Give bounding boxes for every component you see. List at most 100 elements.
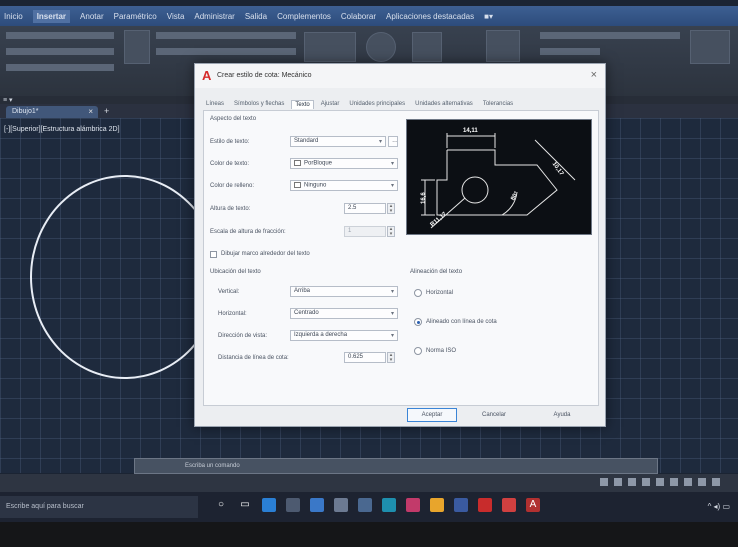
app-icon[interactable] [454, 498, 468, 512]
ribbon-tab-1[interactable]: Insertar [32, 9, 71, 23]
command-input[interactable]: Escriba un comando [185, 463, 240, 469]
text-style-select[interactable]: Standard ▾ [290, 136, 386, 147]
autocad-taskbar-icon[interactable] [478, 498, 492, 512]
ribbon-tab-6[interactable]: Salida [245, 12, 267, 21]
group-icon[interactable] [366, 32, 396, 62]
cortana-icon[interactable]: ○ [214, 498, 228, 512]
ortho-icon[interactable] [614, 478, 622, 486]
customize-icon[interactable] [712, 478, 720, 486]
ribbon-tab-10[interactable]: ■▾ [484, 12, 493, 21]
clipboard-icon[interactable] [486, 30, 520, 62]
horizontal-value: Centrado [294, 310, 319, 316]
vertical-select[interactable]: Arriba ▾ [290, 286, 398, 297]
file-tab-label: Dibujo1* [12, 108, 39, 115]
ribbon-tab-9[interactable]: Aplicaciones destacadas [386, 12, 474, 21]
fraction-height-input[interactable]: 1 [344, 226, 386, 237]
view-direction-select[interactable]: Izquierda a derecha ▾ [290, 330, 398, 341]
horizontal-select[interactable]: Centrado ▾ [290, 308, 398, 319]
ribbon-tab-3[interactable]: Paramétrico [114, 12, 157, 21]
new-tab-icon[interactable]: + [104, 106, 109, 116]
status-bar [0, 474, 738, 492]
tab-symbols-arrows[interactable]: Símbolos y flechas [231, 100, 287, 109]
preview-drawing: 14,11 16,6 10,17 R11,17 80° [421, 128, 576, 229]
units-icon[interactable] [684, 478, 692, 486]
ribbon-control[interactable] [6, 64, 114, 71]
tab-primary-units[interactable]: Unidades principales [346, 100, 408, 109]
workspace-icon[interactable] [670, 478, 678, 486]
align-iso-radio[interactable] [414, 347, 422, 355]
tab-fit[interactable]: Ajustar [318, 100, 343, 109]
ribbon-control[interactable] [6, 32, 114, 39]
section-heading-alignment: Alineación del texto [410, 269, 463, 275]
file-explorer-icon[interactable] [286, 498, 300, 512]
dialog-tabs: Líneas Símbolos y flechas Texto Ajustar … [203, 100, 516, 109]
ribbon-control[interactable] [6, 48, 114, 55]
text-style-browse-button[interactable]: … [388, 136, 398, 147]
draw-frame-checkbox[interactable] [210, 251, 217, 258]
view-panel[interactable] [690, 30, 730, 64]
ribbon-tab-7[interactable]: Complementos [277, 12, 331, 21]
system-tray[interactable]: ^ ◂) ▭ [708, 502, 730, 511]
ribbon-tab-2[interactable]: Anotar [80, 12, 104, 21]
dialog-title: Crear estilo de cota: Mecánico [217, 72, 312, 79]
ribbon-tab-bar: Inicio Insertar Anotar Paramétrico Vista… [0, 6, 738, 26]
command-line[interactable]: Escriba un comando [134, 458, 658, 474]
cancel-button[interactable]: Cancelar [469, 408, 519, 422]
properties-tools[interactable] [304, 32, 356, 62]
chrome-icon[interactable] [430, 498, 444, 512]
view-dropdown[interactable] [540, 32, 680, 39]
fill-color-select[interactable]: Ninguno ▾ [290, 180, 398, 191]
tab-lines[interactable]: Líneas [203, 100, 227, 109]
tab-tolerances[interactable]: Tolerancias [480, 100, 516, 109]
help-button[interactable]: Ayuda [537, 408, 587, 422]
text-color-select[interactable]: PorBloque ▾ [290, 158, 398, 169]
monitor-screen: Inicio Insertar Anotar Paramétrico Vista… [0, 0, 738, 547]
insert-block-icon[interactable] [124, 30, 150, 64]
ribbon-tab-8[interactable]: Colaborar [341, 12, 376, 21]
offset-input[interactable]: 0.625 [344, 352, 386, 363]
fraction-height-spinner[interactable]: ▴ ▾ [387, 226, 395, 237]
fullscreen-icon[interactable] [698, 478, 706, 486]
app-icon[interactable] [358, 498, 372, 512]
align-with-line-radio[interactable] [414, 318, 422, 326]
app-icon[interactable] [382, 498, 396, 512]
close-tab-icon[interactable]: × [88, 107, 93, 116]
layer-dropdown[interactable] [156, 32, 296, 39]
autocad-active-icon[interactable]: A [526, 498, 540, 512]
taskbar-search[interactable]: Escribe aquí para buscar [0, 496, 198, 518]
task-view-icon[interactable]: ▭ [238, 498, 252, 512]
ribbon-tab-4[interactable]: Vista [167, 12, 185, 21]
view-control[interactable] [540, 48, 600, 55]
windows-taskbar: Escribe aquí para buscar ○ ▭ A ^ ◂) ▭ [0, 492, 738, 522]
dialog-titlebar[interactable]: A Crear estilo de cota: Mecánico × [195, 64, 605, 88]
viewport-controls[interactable]: [-][Superior][Estructura alámbrica 2D] [4, 126, 120, 133]
file-tab[interactable]: Dibujo1* × [6, 106, 98, 118]
app-icon[interactable] [502, 498, 516, 512]
monitor-bezel [0, 522, 738, 547]
snap-icon[interactable] [600, 478, 608, 486]
text-height-input[interactable]: 2.5 [344, 203, 386, 214]
section-heading-appearance: Aspecto del texto [210, 116, 257, 122]
store-icon[interactable] [310, 498, 324, 512]
tab-text[interactable]: Texto [291, 100, 314, 109]
close-icon[interactable]: × [591, 69, 597, 81]
ok-button[interactable]: Aceptar [407, 408, 457, 422]
utilities-icon[interactable] [412, 32, 442, 62]
align-horizontal-radio[interactable] [414, 289, 422, 297]
drawn-circle[interactable] [30, 175, 220, 379]
preview-label-radius: R11,17 [430, 211, 449, 228]
edge-icon[interactable] [262, 498, 276, 512]
tab-alternate-units[interactable]: Unidades alternativas [412, 100, 476, 109]
text-height-spinner[interactable]: ▴ ▾ [387, 203, 395, 214]
section-heading-placement: Ubicación del texto [210, 269, 261, 275]
search-input[interactable]: Escribe aquí para buscar [6, 503, 84, 510]
polar-icon[interactable] [628, 478, 636, 486]
osnap-icon[interactable] [642, 478, 650, 486]
offset-spinner[interactable]: ▴ ▾ [387, 352, 395, 363]
ribbon-tab-0[interactable]: Inicio [4, 12, 23, 21]
ribbon-tab-5[interactable]: Administrar [194, 12, 234, 21]
mail-icon[interactable] [334, 498, 348, 512]
app-icon[interactable] [406, 498, 420, 512]
color-dropdown[interactable] [156, 48, 296, 55]
annotation-icon[interactable] [656, 478, 664, 486]
